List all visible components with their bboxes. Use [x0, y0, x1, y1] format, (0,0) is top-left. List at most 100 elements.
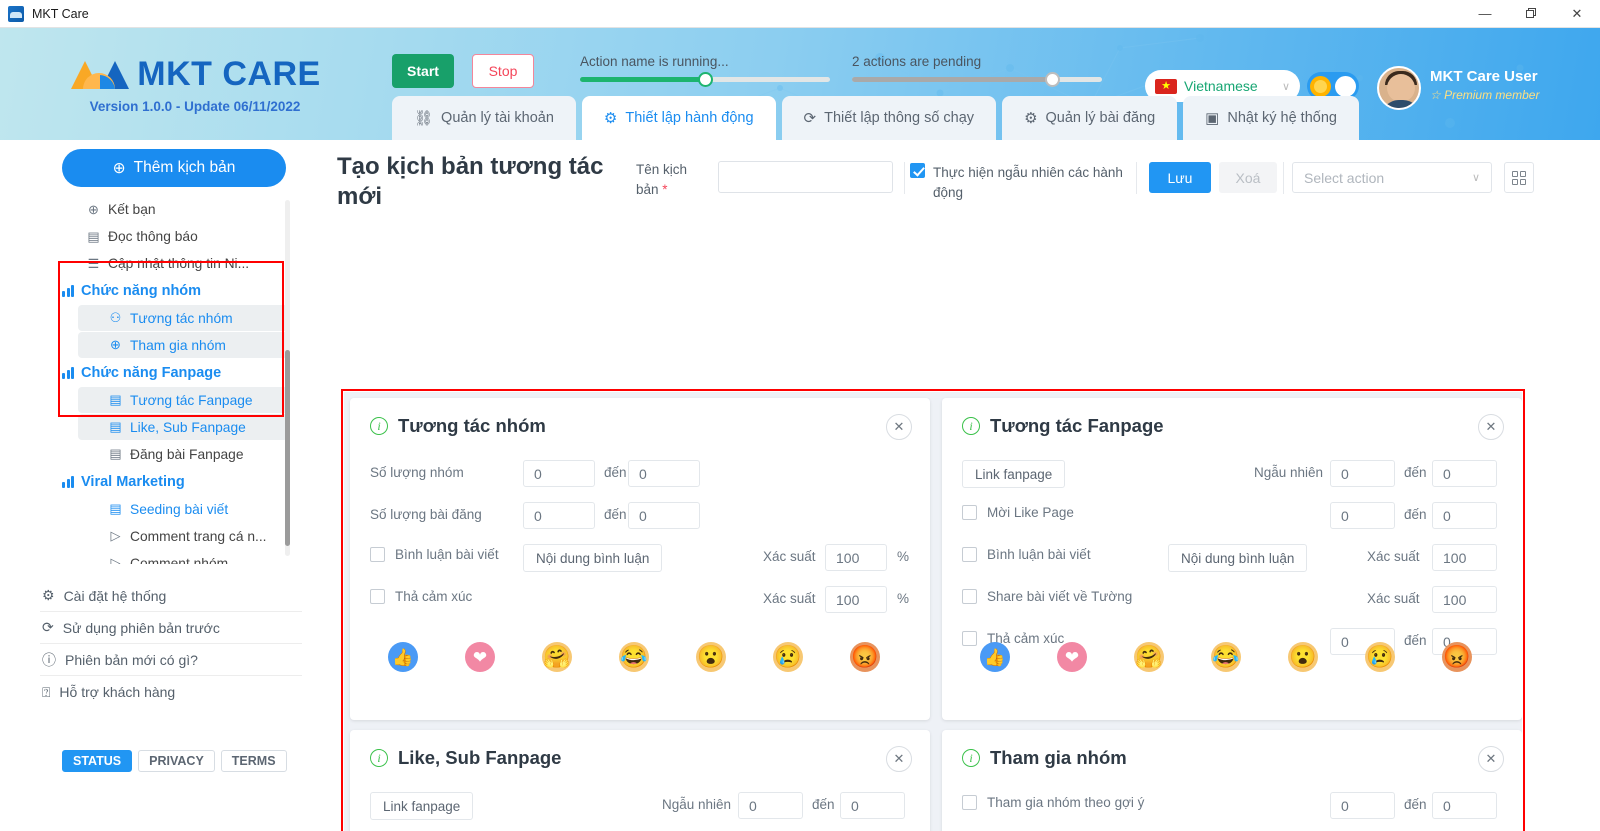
care-emoji-icon[interactable]: 🤗 [1134, 642, 1164, 672]
sidebar-item-comment-nhom[interactable]: ▷ Comment nhóm [78, 550, 288, 564]
binh-luan-probability[interactable]: 100 [825, 544, 887, 571]
so-luong-bai-dang-from[interactable]: 0 [523, 502, 595, 529]
moi-like-page-from[interactable]: 0 [1330, 502, 1395, 529]
sidebar-item-phien-ban-moi-co-gi[interactable]: ⓘ Phiên bản mới có gì? [40, 644, 302, 676]
pending-progress-knob[interactable] [1045, 72, 1060, 87]
love-emoji-icon[interactable]: ❤ [1057, 642, 1087, 672]
binh-luan-checkbox-row[interactable]: Bình luận bài viết [370, 547, 499, 562]
tab-thiet-lap-hanh-dong[interactable]: ⚙ Thiết lập hành động [581, 96, 776, 140]
wow-emoji-icon[interactable]: 😮 [696, 642, 726, 672]
angry-emoji-icon[interactable]: 😡 [850, 642, 880, 672]
binh-luan-checkbox[interactable] [370, 547, 385, 562]
user-info[interactable]: MKT Care User ☆ Premium member [1430, 68, 1539, 102]
moi-like-page-to[interactable]: 0 [1432, 502, 1497, 529]
sidebar-item-like-sub-fanpage[interactable]: ▤ Like, Sub Fanpage [78, 414, 288, 440]
like-emoji-icon[interactable]: 👍 [388, 642, 418, 672]
sidebar-scrollbar-thumb[interactable] [285, 350, 290, 546]
running-progress-slider[interactable] [580, 72, 830, 87]
sidebar-item-dang-bai-fanpage[interactable]: ▤ Đăng bài Fanpage [78, 441, 288, 467]
sad-emoji-icon[interactable]: 😢 [773, 642, 803, 672]
start-button[interactable]: Start [392, 54, 454, 88]
maximize-button[interactable] [1508, 0, 1554, 28]
add-scenario-button[interactable]: ⊕ Thêm kịch bản [62, 149, 286, 187]
share-bai-viet-checkbox[interactable] [962, 589, 977, 604]
running-progress-knob[interactable] [698, 72, 713, 87]
close-icon[interactable]: ✕ [1478, 746, 1504, 772]
sidebar-item-comment-trang-ca-nhan[interactable]: ▷ Comment trang cá n... [78, 523, 288, 549]
goi-y-from[interactable]: 0 [1330, 792, 1395, 819]
pending-progress-slider[interactable] [852, 72, 1102, 87]
sidebar-item-ket-ban[interactable]: ⊕ Kết bạn [56, 196, 296, 223]
sidebar-group-chuc-nang-fanpage[interactable]: Chức năng Fanpage [56, 359, 296, 386]
scenario-name-input[interactable] [718, 161, 893, 193]
sidebar-item-tuong-tac-fanpage[interactable]: ▤ Tương tác Fanpage [78, 387, 288, 413]
range-separator: đến [1404, 797, 1427, 812]
like-emoji-icon[interactable]: 👍 [980, 642, 1010, 672]
binh-luan-checkbox-row[interactable]: Bình luận bài viết [962, 547, 1091, 562]
so-luong-nhom-from[interactable]: 0 [523, 460, 595, 487]
tab-nhat-ky-he-thong[interactable]: ▣ Nhật ký hệ thống [1183, 96, 1359, 140]
noi-dung-binh-luan-button[interactable]: Nội dung bình luận [1168, 544, 1308, 572]
share-probability[interactable]: 100 [1432, 586, 1497, 613]
wow-emoji-icon[interactable]: 😮 [1288, 642, 1318, 672]
goi-y-to[interactable]: 0 [1432, 792, 1497, 819]
sidebar-item-seeding-bai-viet[interactable]: ▤ Seeding bài viết [78, 496, 288, 522]
close-icon[interactable]: ✕ [1478, 414, 1504, 440]
sidebar-group-viral-marketing[interactable]: Viral Marketing [56, 468, 296, 495]
tha-cam-xuc-checkbox[interactable] [962, 631, 977, 646]
goi-y-checkbox[interactable] [962, 795, 977, 810]
card-tuong-tac-nhom: i Tương tác nhóm ✕ Số lượng nhóm 0 đến 0… [350, 398, 930, 720]
tha-cam-xuc-checkbox-row[interactable]: Thả cảm xúc [370, 589, 472, 604]
ngau-nhien-from[interactable]: 0 [738, 792, 803, 819]
sidebar-item-su-dung-phien-ban-truoc[interactable]: ⟳ Sử dụng phiên bản trước [40, 612, 302, 644]
sidebar-item-label: Cài đặt hệ thống [63, 587, 167, 604]
binh-luan-checkbox[interactable] [962, 547, 977, 562]
save-button[interactable]: Lưu [1149, 162, 1211, 193]
status-link[interactable]: STATUS [62, 750, 133, 772]
sidebar-item-cai-dat-he-thong[interactable]: ⚙ Cài đặt hệ thống [40, 580, 302, 612]
privacy-link[interactable]: PRIVACY [138, 750, 215, 772]
stop-button[interactable]: Stop [472, 54, 534, 88]
binh-luan-probability[interactable]: 100 [1432, 544, 1497, 571]
share-bai-viet-checkbox-row[interactable]: Share bài viết về Tường [962, 589, 1132, 604]
moi-like-page-checkbox-row[interactable]: Mời Like Page [962, 505, 1074, 520]
minimize-button[interactable]: — [1462, 0, 1508, 28]
close-icon[interactable]: ✕ [886, 414, 912, 440]
tha-cam-xuc-probability[interactable]: 100 [825, 586, 887, 613]
haha-emoji-icon[interactable]: 😂 [619, 642, 649, 672]
sidebar-group-chuc-nang-nhom[interactable]: Chức năng nhóm [56, 277, 296, 304]
care-emoji-icon[interactable]: 🤗 [542, 642, 572, 672]
so-luong-bai-dang-to[interactable]: 0 [628, 502, 700, 529]
angry-emoji-icon[interactable]: 😡 [1442, 642, 1472, 672]
goi-y-checkbox-row[interactable]: Tham gia nhóm theo gợi ý [962, 795, 1144, 810]
so-luong-nhom-to[interactable]: 0 [628, 460, 700, 487]
avatar[interactable] [1377, 66, 1421, 110]
close-icon[interactable]: ✕ [886, 746, 912, 772]
tab-quan-ly-bai-dang[interactable]: ⚙ Quản lý bài đăng [1002, 96, 1178, 140]
sad-emoji-icon[interactable]: 😢 [1365, 642, 1395, 672]
tab-thiet-lap-thong-so-chay[interactable]: ⟳ Thiết lập thông số chạy [781, 96, 997, 140]
link-fanpage-button[interactable]: Link fanpage [962, 460, 1066, 488]
noi-dung-binh-luan-button[interactable]: Nội dung bình luận [523, 544, 663, 572]
ngau-nhien-to[interactable]: 0 [1432, 460, 1497, 487]
link-fanpage-button[interactable]: Link fanpage [370, 792, 474, 820]
sidebar-item-cap-nhat-thong-tin[interactable]: ☰ Cập nhật thông tin Ni... [56, 250, 296, 277]
ngau-nhien-from[interactable]: 0 [1330, 460, 1395, 487]
tha-cam-xuc-checkbox[interactable] [370, 589, 385, 604]
random-actions-checkbox-row[interactable]: Thực hiện ngẫu nhiên các hành động [910, 163, 1125, 202]
haha-emoji-icon[interactable]: 😂 [1211, 642, 1241, 672]
ngau-nhien-to[interactable]: 0 [840, 792, 905, 819]
delete-button[interactable]: Xoá [1219, 162, 1277, 193]
sidebar-item-tham-gia-nhom[interactable]: ⊕ Tham gia nhóm [78, 332, 288, 358]
tab-quan-ly-tai-khoan[interactable]: ⛓ Quản lý tài khoản [392, 96, 576, 140]
random-actions-checkbox[interactable] [910, 163, 925, 178]
sidebar-item-doc-thong-bao[interactable]: ▤ Đọc thông báo [56, 223, 296, 250]
grid-view-button[interactable] [1504, 162, 1534, 193]
moi-like-page-checkbox[interactable] [962, 505, 977, 520]
close-button[interactable]: ✕ [1554, 0, 1600, 28]
terms-link[interactable]: TERMS [220, 750, 287, 772]
love-emoji-icon[interactable]: ❤ [465, 642, 495, 672]
sidebar-item-tuong-tac-nhom[interactable]: ⚇ Tương tác nhóm [78, 305, 288, 331]
select-action-dropdown[interactable]: Select action ∨ [1292, 162, 1492, 193]
sidebar-item-ho-tro-khach-hang[interactable]: ⍰ Hỗ trợ khách hàng [40, 676, 302, 708]
